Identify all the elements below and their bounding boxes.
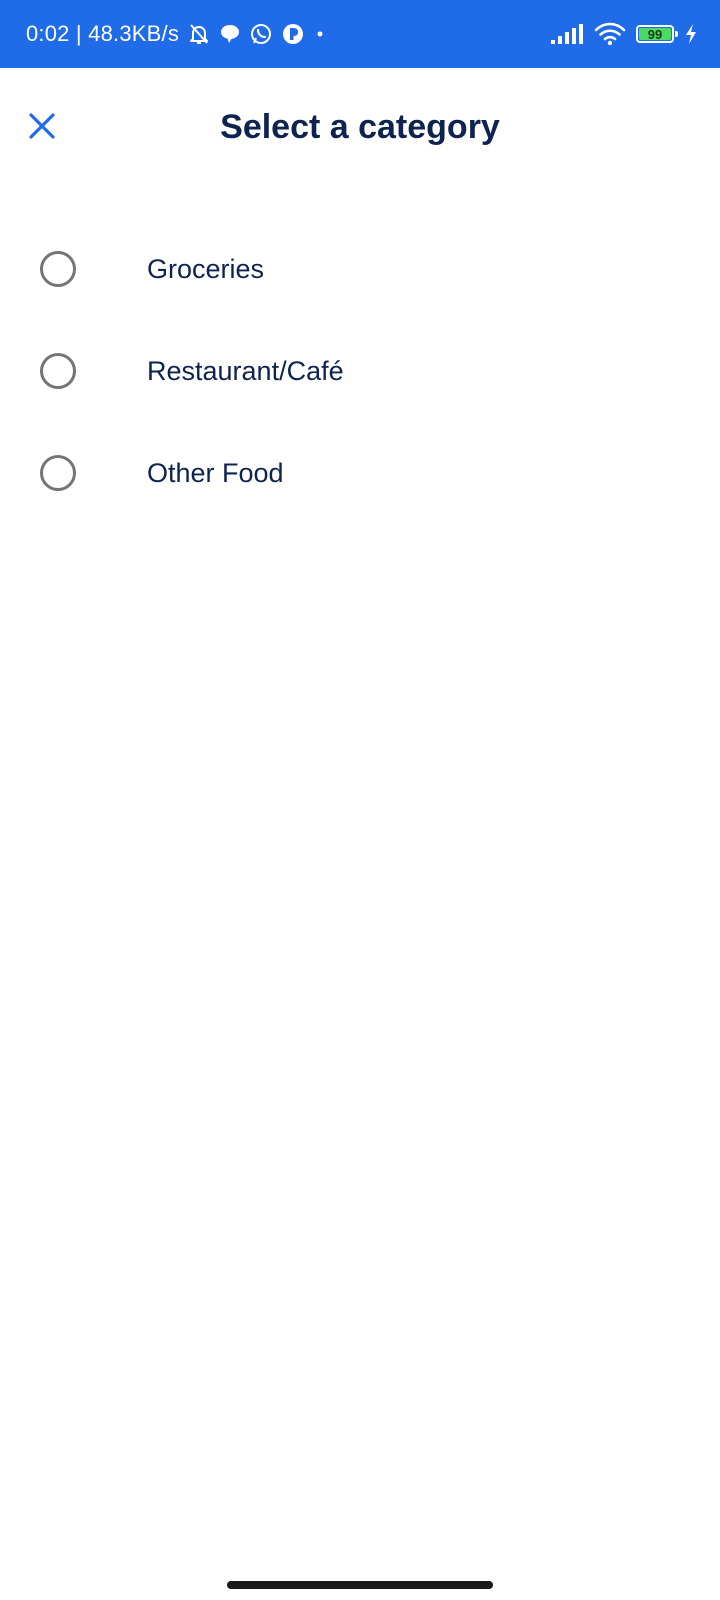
option-groceries[interactable]: Groceries [0,218,720,320]
dot-icon [313,27,327,41]
signal-icon [550,23,584,45]
wifi-icon [594,21,626,47]
radio-button[interactable] [40,455,76,491]
status-left: 0:02 | 48.3KB/s [26,0,327,68]
header: Select a category [0,68,720,196]
option-label: Other Food [147,457,284,488]
whatsapp-icon [249,22,273,46]
home-indicator[interactable] [227,1581,493,1589]
option-other-food[interactable]: Other Food [0,422,720,524]
battery-icon: 99 [636,25,678,43]
bell-off-icon [187,22,211,46]
time-and-speed: 0:02 | 48.3KB/s [26,21,180,46]
page-title: Select a category [220,108,500,146]
chat-bubble-icon [219,23,241,45]
app-circle-icon [281,22,305,46]
option-restaurant-cafe[interactable]: Restaurant/Café [0,320,720,422]
battery-level: 99 [647,26,663,42]
status-right: 99 [550,0,698,68]
radio-button[interactable] [40,353,76,389]
radio-button[interactable] [40,251,76,287]
option-label: Restaurant/Café [147,355,344,386]
status-bar: 0:02 | 48.3KB/s 99 [0,0,720,68]
option-label: Groceries [147,253,265,284]
category-options: Groceries Restaurant/Café Other Food [0,218,720,524]
screen: 0:02 | 48.3KB/s 99 Select a category Gro… [0,0,720,1600]
charging-bolt-icon [684,23,698,45]
